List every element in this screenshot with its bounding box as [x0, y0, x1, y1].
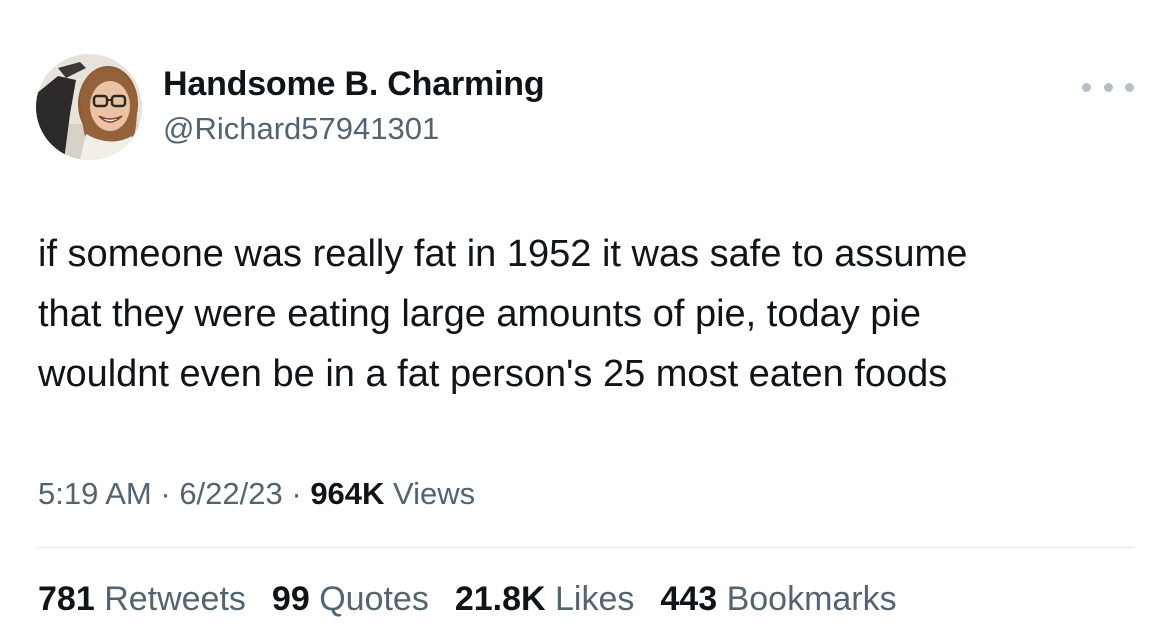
bookmarks-stat[interactable]: 443 Bookmarks	[660, 578, 896, 620]
tweet-time[interactable]: 5:19 AM	[38, 476, 152, 511]
more-horizontal-icon	[1082, 82, 1091, 92]
divider	[38, 547, 1134, 548]
meta-separator: ·	[282, 476, 311, 511]
retweets-count: 781	[38, 580, 95, 618]
meta-separator: ·	[151, 476, 180, 511]
more-options-button[interactable]	[1082, 76, 1134, 98]
tweet-text: if someone was really fat in 1952 it was…	[38, 233, 968, 395]
author-display-name[interactable]: Handsome B. Charming	[163, 63, 545, 105]
likes-label: Likes	[555, 580, 635, 618]
views-count[interactable]: 964K	[310, 476, 384, 511]
bookmarks-count: 443	[660, 580, 718, 618]
retweets-label: Retweets	[104, 580, 246, 618]
quotes-count: 99	[271, 580, 310, 618]
author-handle[interactable]: @Richard57941301	[163, 110, 439, 148]
avatar-photo	[36, 54, 142, 160]
avatar[interactable]	[36, 54, 142, 160]
likes-count: 21.8K	[454, 580, 546, 618]
retweets-stat[interactable]: 781 Retweets	[38, 578, 246, 620]
tweet-stats: 781 Retweets 99 Quotes 21.8K Likes 443 B…	[38, 578, 923, 620]
quotes-label: Quotes	[319, 580, 429, 618]
tweet-meta: 5:19 AM · 6/22/23 · 964K Views	[38, 474, 475, 514]
tweet-date[interactable]: 6/22/23	[179, 476, 282, 511]
bookmarks-label: Bookmarks	[726, 580, 897, 618]
quotes-stat[interactable]: 99 Quotes	[272, 578, 429, 620]
views-label[interactable]: Views	[384, 476, 475, 511]
likes-stat[interactable]: 21.8K Likes	[455, 578, 635, 620]
